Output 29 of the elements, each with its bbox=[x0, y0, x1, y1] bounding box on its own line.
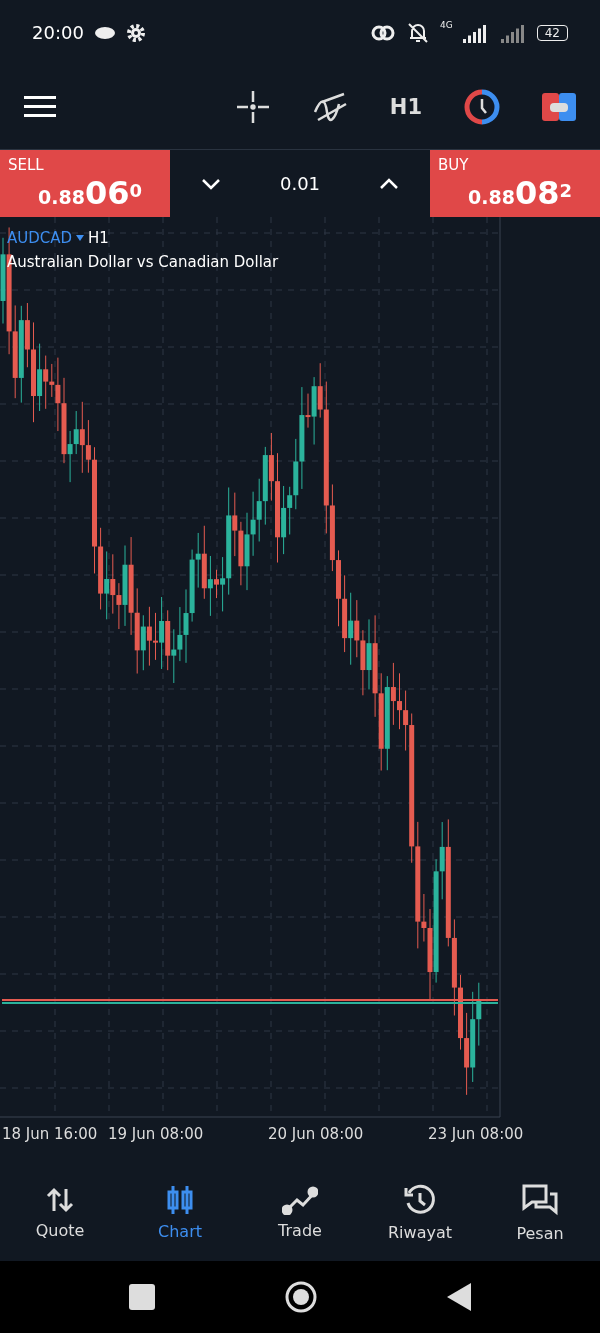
history-icon bbox=[403, 1182, 437, 1217]
signal-icon bbox=[498, 22, 527, 43]
nav-tab[interactable]: Chart bbox=[130, 1182, 230, 1242]
candlestick-icon bbox=[165, 1183, 195, 1216]
settings-icon bbox=[125, 22, 146, 43]
timeframe-button[interactable]: H1 bbox=[383, 89, 428, 125]
dropdown-icon bbox=[76, 235, 85, 241]
sell-button[interactable]: SELL 0.8806$^{0}$ bbox=[0, 150, 170, 217]
nav-tab[interactable]: Pesan bbox=[490, 1180, 590, 1244]
time-axis-label: 23 Jun 08:00 bbox=[428, 1125, 524, 1143]
circle-icon bbox=[284, 1280, 318, 1314]
time-axis-label: 20 Jun 08:00 bbox=[268, 1125, 364, 1143]
nav-tab[interactable]: Riwayat bbox=[370, 1181, 470, 1243]
nav-tab[interactable]: Trade bbox=[250, 1183, 350, 1241]
time-axis-label: 19 Jun 08:00 bbox=[108, 1125, 204, 1143]
clock-time: 20:00 bbox=[32, 22, 84, 43]
network-type: 4G bbox=[440, 20, 453, 30]
line-chart-icon bbox=[282, 1184, 318, 1215]
chart-timeframe: H1 bbox=[88, 229, 109, 247]
time-axis-label: 18 Jun 16:00 bbox=[2, 1125, 98, 1143]
chevron-up-icon bbox=[378, 177, 399, 190]
back-icon bbox=[447, 1283, 471, 1311]
buy-button[interactable]: BUY 0.8808$^{2}$ bbox=[430, 150, 600, 217]
volume-value: 0.01 bbox=[279, 173, 321, 194]
chevron-down-icon bbox=[201, 177, 222, 190]
battery-level: 42 bbox=[536, 24, 568, 41]
square-icon bbox=[129, 1284, 155, 1310]
muted-bell-icon bbox=[406, 21, 430, 44]
nav-tab[interactable]: Quote bbox=[10, 1183, 110, 1241]
